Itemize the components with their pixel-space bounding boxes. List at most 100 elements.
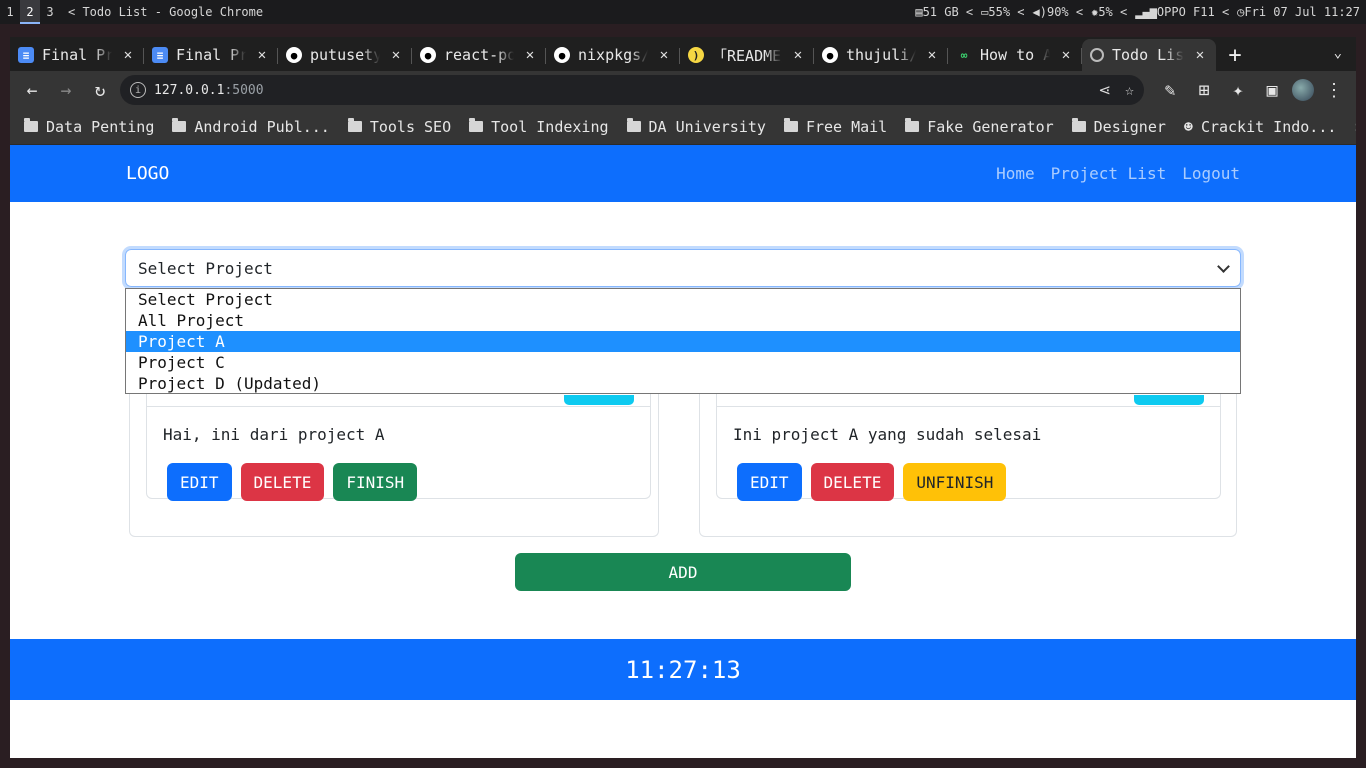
workspace-2[interactable]: 2 xyxy=(20,0,40,24)
todo-actions: EDIT DELETE UNFINISH xyxy=(717,463,1220,501)
close-icon[interactable]: ✕ xyxy=(1058,47,1074,63)
edit-button[interactable]: EDIT xyxy=(167,463,232,501)
share-icon[interactable]: ⋖ xyxy=(1098,81,1111,99)
project-select[interactable]: Select Project xyxy=(125,249,1241,287)
card-header-button[interactable] xyxy=(1134,395,1204,405)
disk-indicator: ▤51 GB < xyxy=(915,5,974,19)
url-port: :5000 xyxy=(224,82,264,98)
close-icon[interactable]: ✕ xyxy=(254,47,270,63)
doc-icon: ≡ xyxy=(18,47,34,63)
address-bar[interactable]: i 127.0.0.1:5000 ⋖ ☆ xyxy=(120,75,1144,105)
tab-strip: ≡ Final Pro ✕ ≡ Final Pro ✕ ● putusetya … xyxy=(10,37,1356,71)
site-info-icon[interactable]: i xyxy=(130,82,146,98)
bookmark-data-penting[interactable]: Data Penting xyxy=(24,118,154,136)
footer-clock: 11:27:13 xyxy=(10,639,1356,700)
folder-icon xyxy=(626,118,641,132)
bookmark-free-mail[interactable]: Free Mail xyxy=(783,118,887,136)
project-select-value: Select Project xyxy=(138,258,273,278)
folder-icon xyxy=(1071,118,1086,132)
github-icon: ● xyxy=(822,47,838,63)
option-project-a[interactable]: Project A xyxy=(126,331,1240,352)
folder-icon xyxy=(469,118,484,132)
option-project-c[interactable]: Project C xyxy=(126,352,1240,373)
bookmark-tool-indexing[interactable]: Tool Indexing xyxy=(469,118,609,136)
bookmark-da-university[interactable]: DA University xyxy=(626,118,766,136)
tab-putusetya[interactable]: ● putusetya ✕ xyxy=(278,39,412,71)
bookmark-tools-seo[interactable]: Tools SEO xyxy=(347,118,451,136)
close-icon[interactable]: ✕ xyxy=(790,47,806,63)
battery-indicator: ▭55% < xyxy=(981,5,1025,19)
github-icon: ● xyxy=(554,47,570,63)
forward-button[interactable]: → xyxy=(52,76,80,104)
profile-avatar[interactable] xyxy=(1292,79,1314,101)
close-icon[interactable]: ✕ xyxy=(656,47,672,63)
volume-icon: ◀) xyxy=(1032,5,1047,19)
option-project-d[interactable]: Project D (Updated) xyxy=(126,373,1240,394)
todo-actions: EDIT DELETE FINISH xyxy=(147,463,650,501)
nav-link-project-list[interactable]: Project List xyxy=(1051,164,1167,183)
option-select-project[interactable]: Select Project xyxy=(126,289,1240,310)
url-host: 127.0.0.1 xyxy=(154,82,225,98)
bookmark-designer[interactable]: Designer xyxy=(1071,118,1166,136)
todo-text: Hai, ini dari project A xyxy=(163,425,385,444)
tab-how-to-ad[interactable]: ∞ How to Ad ✕ xyxy=(948,39,1082,71)
tab-final-pro-2[interactable]: ≡ Final Pro ✕ xyxy=(144,39,278,71)
tab-thujuli[interactable]: ● thujuli/t ✕ xyxy=(814,39,948,71)
finish-button[interactable]: FINISH xyxy=(333,463,418,501)
folder-icon xyxy=(347,118,362,132)
site-logo[interactable]: LOGO xyxy=(126,163,169,184)
banana-icon: ) xyxy=(688,47,704,63)
volume-indicator: ◀)90% < xyxy=(1032,5,1084,19)
bookmarks-overflow-button[interactable]: » xyxy=(1354,117,1356,136)
new-tab-button[interactable]: + xyxy=(1216,39,1254,71)
bookmarks-bar: Data Penting Android Publ... Tools SEO T… xyxy=(10,109,1356,145)
tab-search-chevron-icon[interactable]: ⌄ xyxy=(1334,45,1342,61)
tab-todo-list[interactable]: Todo List ✕ xyxy=(1082,39,1216,71)
reload-button[interactable]: ↻ xyxy=(86,76,114,104)
close-icon[interactable]: ✕ xyxy=(1192,47,1208,63)
workspace-3[interactable]: 3 xyxy=(40,0,60,24)
tab-final-pro-1[interactable]: ≡ Final Pro ✕ xyxy=(10,39,144,71)
geeks-icon: ∞ xyxy=(960,48,968,62)
folder-icon xyxy=(905,118,920,132)
nav-link-home[interactable]: Home xyxy=(996,164,1035,183)
delete-button[interactable]: DELETE xyxy=(240,463,325,501)
bookmark-android-publ[interactable]: Android Publ... xyxy=(172,118,330,136)
side-panel-icon[interactable]: ▣ xyxy=(1258,76,1286,104)
close-icon[interactable]: ✕ xyxy=(388,47,404,63)
todo-text: Ini project A yang sudah selesai xyxy=(733,425,1042,444)
unfinish-button[interactable]: UNFINISH xyxy=(903,463,1007,501)
add-button[interactable]: ADD xyxy=(515,553,851,591)
bookmark-star-icon[interactable]: ☆ xyxy=(1125,81,1134,99)
nav-link-logout[interactable]: Logout xyxy=(1182,164,1240,183)
close-icon[interactable]: ✕ xyxy=(120,47,136,63)
tab-react-por[interactable]: ● react-por ✕ xyxy=(412,39,546,71)
option-all-project[interactable]: All Project xyxy=(126,310,1240,331)
card-header-button[interactable] xyxy=(564,395,634,405)
github-icon: ● xyxy=(420,47,436,63)
browser-toolbar: ← → ↻ i 127.0.0.1:5000 ⋖ ☆ ✎ ⊞ ✦ ▣ ⋮ xyxy=(10,71,1356,109)
navbar: LOGO Home Project List Logout xyxy=(10,145,1356,202)
wm-status-bar: 1 2 3 < Todo List - Google Chrome ▤51 GB… xyxy=(0,0,1366,24)
bookmark-crackit-indo[interactable]: ☻ Crackit Indo... xyxy=(1184,118,1337,136)
close-icon[interactable]: ✕ xyxy=(522,47,538,63)
delete-button[interactable]: DELETE xyxy=(810,463,895,501)
edit-button[interactable]: EDIT xyxy=(737,463,802,501)
window-title: < Todo List - Google Chrome xyxy=(68,5,264,19)
brightness-indicator: ✹5% < xyxy=(1091,5,1128,19)
network-indicator: ▂▄▆OPPO F11 < xyxy=(1135,5,1230,19)
doc-icon: ≡ xyxy=(152,47,168,63)
disk-icon: ▤ xyxy=(915,5,923,19)
translate-extension-icon[interactable]: ⊞ xyxy=(1190,76,1218,104)
tab-readme[interactable]: ) 「README」 ✕ xyxy=(680,39,814,71)
github-icon: ● xyxy=(286,47,302,63)
puzzle-extensions-icon[interactable]: ✦ xyxy=(1224,76,1252,104)
back-button[interactable]: ← xyxy=(18,76,46,104)
pen-extension-icon[interactable]: ✎ xyxy=(1156,76,1184,104)
project-dropdown-list: Select Project All Project Project A Pro… xyxy=(125,288,1241,394)
close-icon[interactable]: ✕ xyxy=(924,47,940,63)
workspace-1[interactable]: 1 xyxy=(0,0,20,24)
tab-nixpkgs[interactable]: ● nixpkgs/R ✕ xyxy=(546,39,680,71)
menu-kebab-icon[interactable]: ⋮ xyxy=(1320,76,1348,104)
bookmark-fake-generator[interactable]: Fake Generator xyxy=(905,118,1054,136)
